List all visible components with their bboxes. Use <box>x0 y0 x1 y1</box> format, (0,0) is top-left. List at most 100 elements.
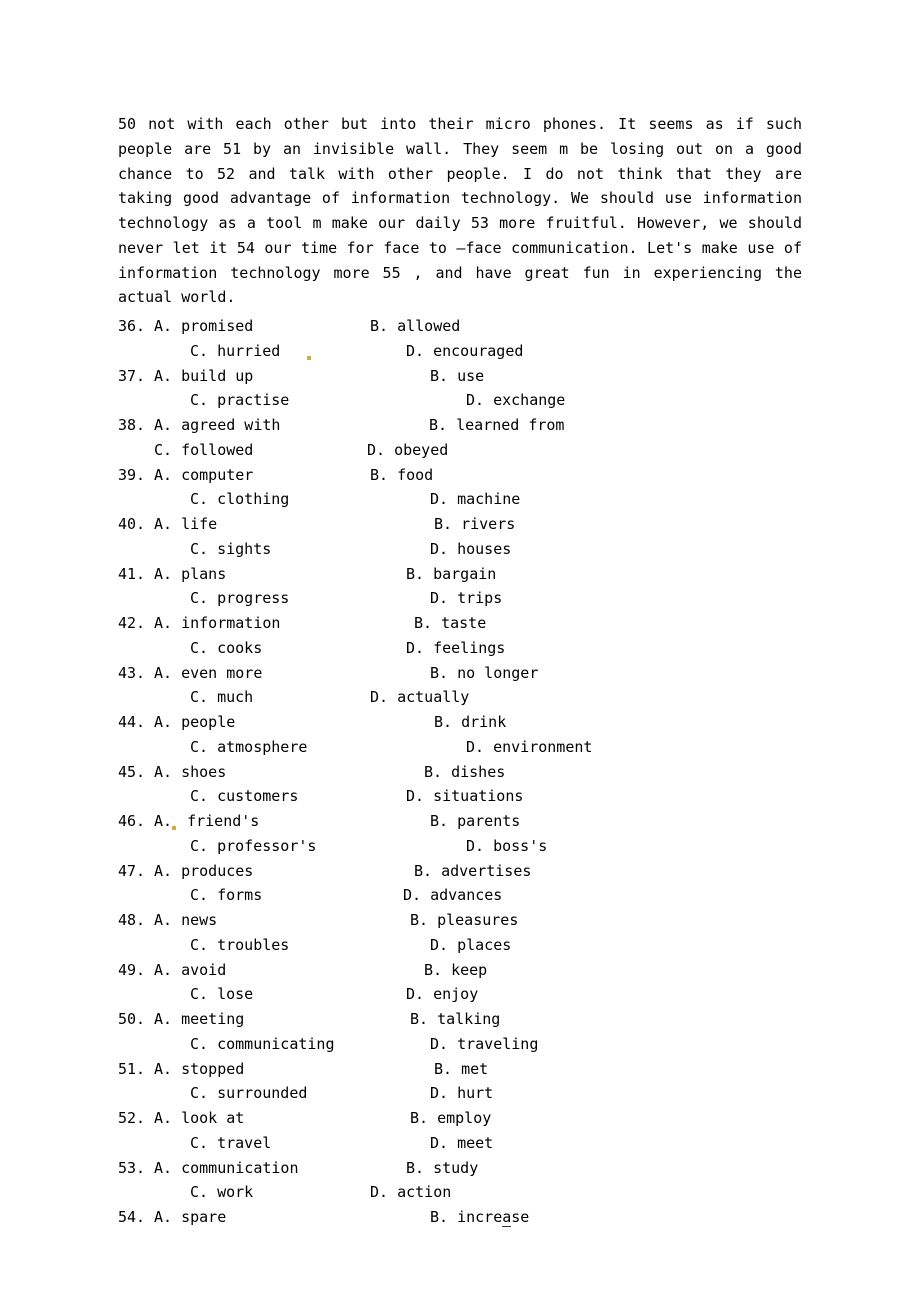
row-indent <box>118 586 154 611</box>
question-row-cd: C. followedD. obeyed <box>118 438 802 463</box>
option-b: B. increase <box>430 1205 529 1230</box>
row-indent <box>118 933 154 958</box>
option-c: C. clothing <box>190 487 406 512</box>
row-indent <box>118 636 154 661</box>
question-number: 41. <box>118 562 154 587</box>
row-indent <box>118 388 154 413</box>
option-c: C. atmosphere <box>190 735 406 760</box>
option-d: D. feelings <box>406 636 505 661</box>
row-indent <box>118 1032 154 1057</box>
option-c: C. practise <box>190 388 406 413</box>
option-a: A. produces <box>154 859 406 884</box>
question-row: 37.A. build up B. use <box>118 364 802 389</box>
option-a: A. information <box>154 611 406 636</box>
option-d: D. actually <box>370 685 469 710</box>
option-a: A. build up <box>154 364 406 389</box>
option-b: B. no longer <box>430 661 538 686</box>
option-c: C. hurried <box>190 339 406 364</box>
option-a: A. promised <box>154 314 406 339</box>
option-a: A. people <box>154 710 406 735</box>
option-b: B. bargain <box>406 562 496 587</box>
question-row-cd: C. practiseD. exchange <box>118 388 802 413</box>
question-row-cd: C. customersD. situations <box>118 784 802 809</box>
option-a: A. plans <box>154 562 406 587</box>
option-a: A. friend's <box>154 809 406 834</box>
option-d: D. environment <box>466 735 592 760</box>
option-d: D. places <box>430 933 511 958</box>
option-d: D. advances <box>403 883 502 908</box>
option-b: B. keep <box>424 958 487 983</box>
option-d: D. encouraged <box>406 339 523 364</box>
option-a: A. stopped <box>154 1057 406 1082</box>
question-row: 51.A. stopped B. met <box>118 1057 802 1082</box>
question-number: 38. <box>118 413 154 438</box>
option-b: B. learned from <box>429 413 564 438</box>
question-row: 47.A. producesB. advertises <box>118 859 802 884</box>
option-a: A. agreed with <box>154 413 406 438</box>
question-row: 45.A. shoesB. dishes <box>118 760 802 785</box>
option-c: C. customers <box>190 784 406 809</box>
option-d: D. trips <box>430 586 502 611</box>
row-indent <box>118 1180 154 1205</box>
question-number: 45. <box>118 760 154 785</box>
question-row: 40.A. lifeB. rivers <box>118 512 802 537</box>
question-number: 53. <box>118 1156 154 1181</box>
option-a: A. meeting <box>154 1007 406 1032</box>
option-c: C. communicating <box>190 1032 406 1057</box>
row-indent <box>118 537 154 562</box>
option-b: B. rivers <box>434 512 515 537</box>
question-number: 36. <box>118 314 154 339</box>
option-a: A. even more <box>154 661 406 686</box>
marker-dot-icon <box>172 826 176 830</box>
option-a: A. computer <box>154 463 406 488</box>
option-c: C. troubles <box>190 933 406 958</box>
option-c: C. travel <box>190 1131 406 1156</box>
question-row-cd: C. workD. action <box>118 1180 802 1205</box>
option-c: C. sights <box>190 537 406 562</box>
question-number: 49. <box>118 958 154 983</box>
question-number: 37. <box>118 364 154 389</box>
option-a: A. news <box>154 908 406 933</box>
question-row-cd: C. professor'sD. boss's <box>118 834 802 859</box>
option-d: D. action <box>370 1180 451 1205</box>
row-indent <box>118 685 154 710</box>
option-d: D. obeyed <box>367 438 448 463</box>
question-row: 44.A. peopleB. drink <box>118 710 802 735</box>
row-indent <box>118 735 154 760</box>
option-a: A. communication <box>154 1156 406 1181</box>
option-b: B. met <box>434 1057 488 1082</box>
option-b: B. pleasures <box>410 908 518 933</box>
option-d: D. hurt <box>430 1081 493 1106</box>
question-row-cd: C. loseD. enjoy <box>118 982 802 1007</box>
question-number: 42. <box>118 611 154 636</box>
question-number: 44. <box>118 710 154 735</box>
question-row: 48.A. newsB. pleasures <box>118 908 802 933</box>
row-indent <box>118 1131 154 1156</box>
option-c: C. surrounded <box>190 1081 406 1106</box>
question-row: 38.A. agreed with B. learned from <box>118 413 802 438</box>
question-row-cd: C. surrounded D. hurt <box>118 1081 802 1106</box>
question-row-cd: C. muchD. actually <box>118 685 802 710</box>
option-c: C. progress <box>190 586 406 611</box>
question-number: 39. <box>118 463 154 488</box>
option-a: A. shoes <box>154 760 406 785</box>
row-indent <box>118 784 154 809</box>
option-c: C. lose <box>190 982 406 1007</box>
question-row-cd: C. travelD. meet <box>118 1131 802 1156</box>
passage-text: 50 not with each other but into their mi… <box>118 112 802 310</box>
question-row-cd: C. sightsD. houses <box>118 537 802 562</box>
row-indent <box>118 487 154 512</box>
question-row: 39.A. computerB. food <box>118 463 802 488</box>
question-row: 43.A. even moreB. no longer <box>118 661 802 686</box>
question-number: 52. <box>118 1106 154 1131</box>
question-row: 52.A. look atB. employ <box>118 1106 802 1131</box>
question-number: 48. <box>118 908 154 933</box>
option-b: B. talking <box>410 1007 500 1032</box>
question-row-cd: C. formsD. advances <box>118 883 802 908</box>
option-b: B. use <box>430 364 484 389</box>
option-b: B. taste <box>414 611 486 636</box>
question-number: 51. <box>118 1057 154 1082</box>
question-row-cd: C. communicatingD. traveling <box>118 1032 802 1057</box>
row-indent <box>118 834 154 859</box>
question-row-cd: C. hurried D. encouraged <box>118 339 802 364</box>
